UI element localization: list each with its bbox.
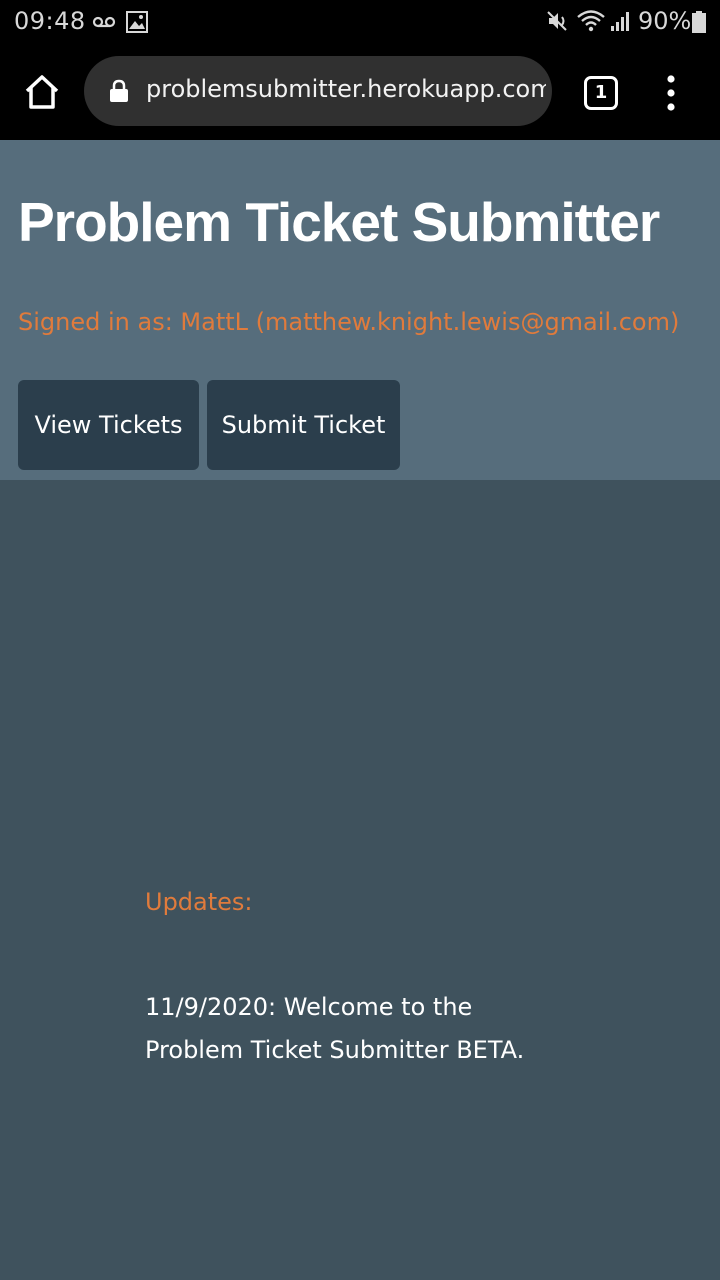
- submit-ticket-button[interactable]: Submit Ticket: [207, 380, 400, 470]
- signed-in-status: Signed in as: MattL (matthew.knight.lewi…: [18, 308, 680, 336]
- menu-dots-icon[interactable]: [660, 74, 682, 112]
- url-text: problemsubmitter.herokuapp.com/l: [146, 75, 546, 103]
- status-time: 09:48: [14, 7, 86, 35]
- signal-icon: [611, 12, 629, 31]
- battery-icon: [692, 11, 706, 33]
- page-title: Problem Ticket Submitter: [18, 191, 660, 253]
- updates-heading: Updates:: [145, 888, 253, 916]
- url-bar[interactable]: problemsubmitter.herokuapp.com/l: [84, 56, 552, 126]
- tabs-count-button[interactable]: 1: [584, 76, 618, 110]
- updates-text: 11/9/2020: Welcome to the Problem Ticket…: [145, 993, 525, 1064]
- lock-icon: [110, 79, 128, 102]
- battery-percent: 90%: [638, 7, 692, 35]
- image-icon: [126, 11, 148, 33]
- mute-icon: [547, 11, 567, 31]
- status-bar: 09:48 90%: [0, 0, 720, 44]
- view-tickets-button[interactable]: View Tickets: [18, 380, 199, 470]
- voicemail-icon: [92, 16, 116, 28]
- wifi-icon: [577, 10, 605, 32]
- home-icon[interactable]: [22, 72, 62, 112]
- browser-toolbar: problemsubmitter.herokuapp.com/l 1: [0, 44, 720, 140]
- header-panel: Problem Ticket Submitter Signed in as: M…: [0, 140, 720, 480]
